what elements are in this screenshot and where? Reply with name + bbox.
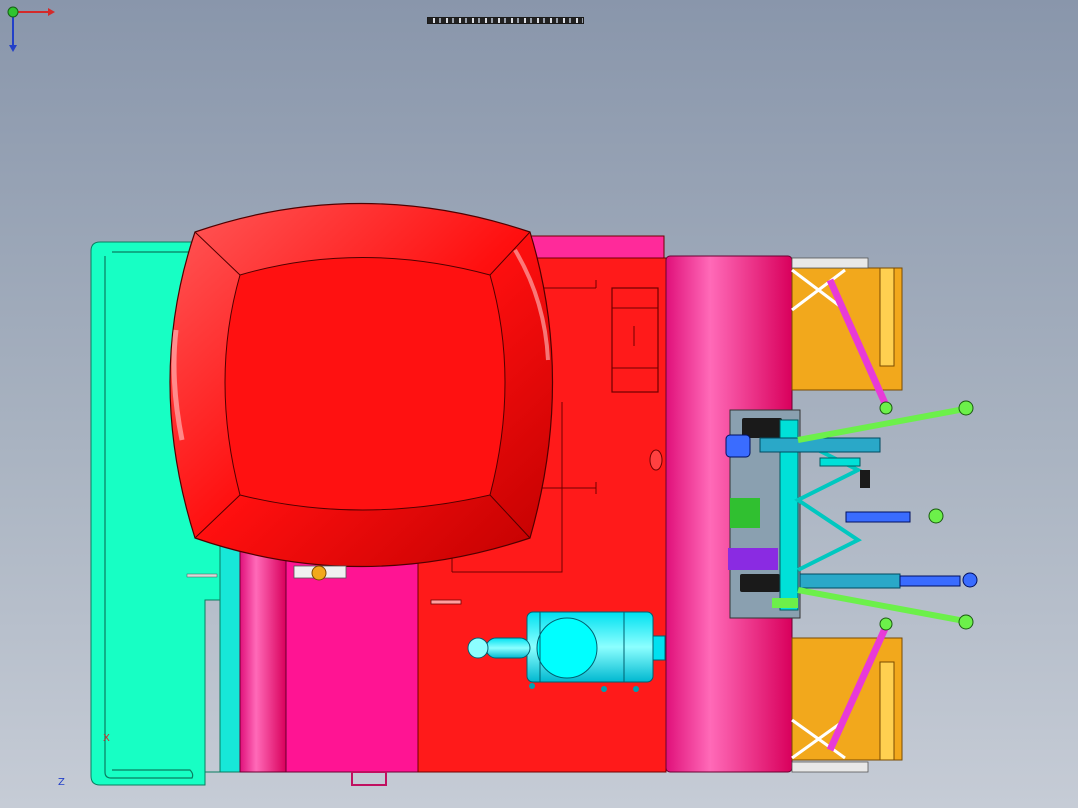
coordinate-triad-icon bbox=[7, 6, 55, 52]
triad-x-label: X bbox=[103, 733, 110, 744]
triad-z-label: Z bbox=[58, 777, 65, 788]
seat-adjust-knob[interactable] bbox=[293, 565, 347, 581]
cad-viewport[interactable]: ................................ bbox=[0, 0, 1078, 808]
tractor-top-view-model[interactable] bbox=[0, 0, 1078, 808]
rear-fender bbox=[239, 544, 419, 786]
driver-seat[interactable] bbox=[169, 202, 554, 568]
rear-teal-strip bbox=[219, 544, 241, 773]
